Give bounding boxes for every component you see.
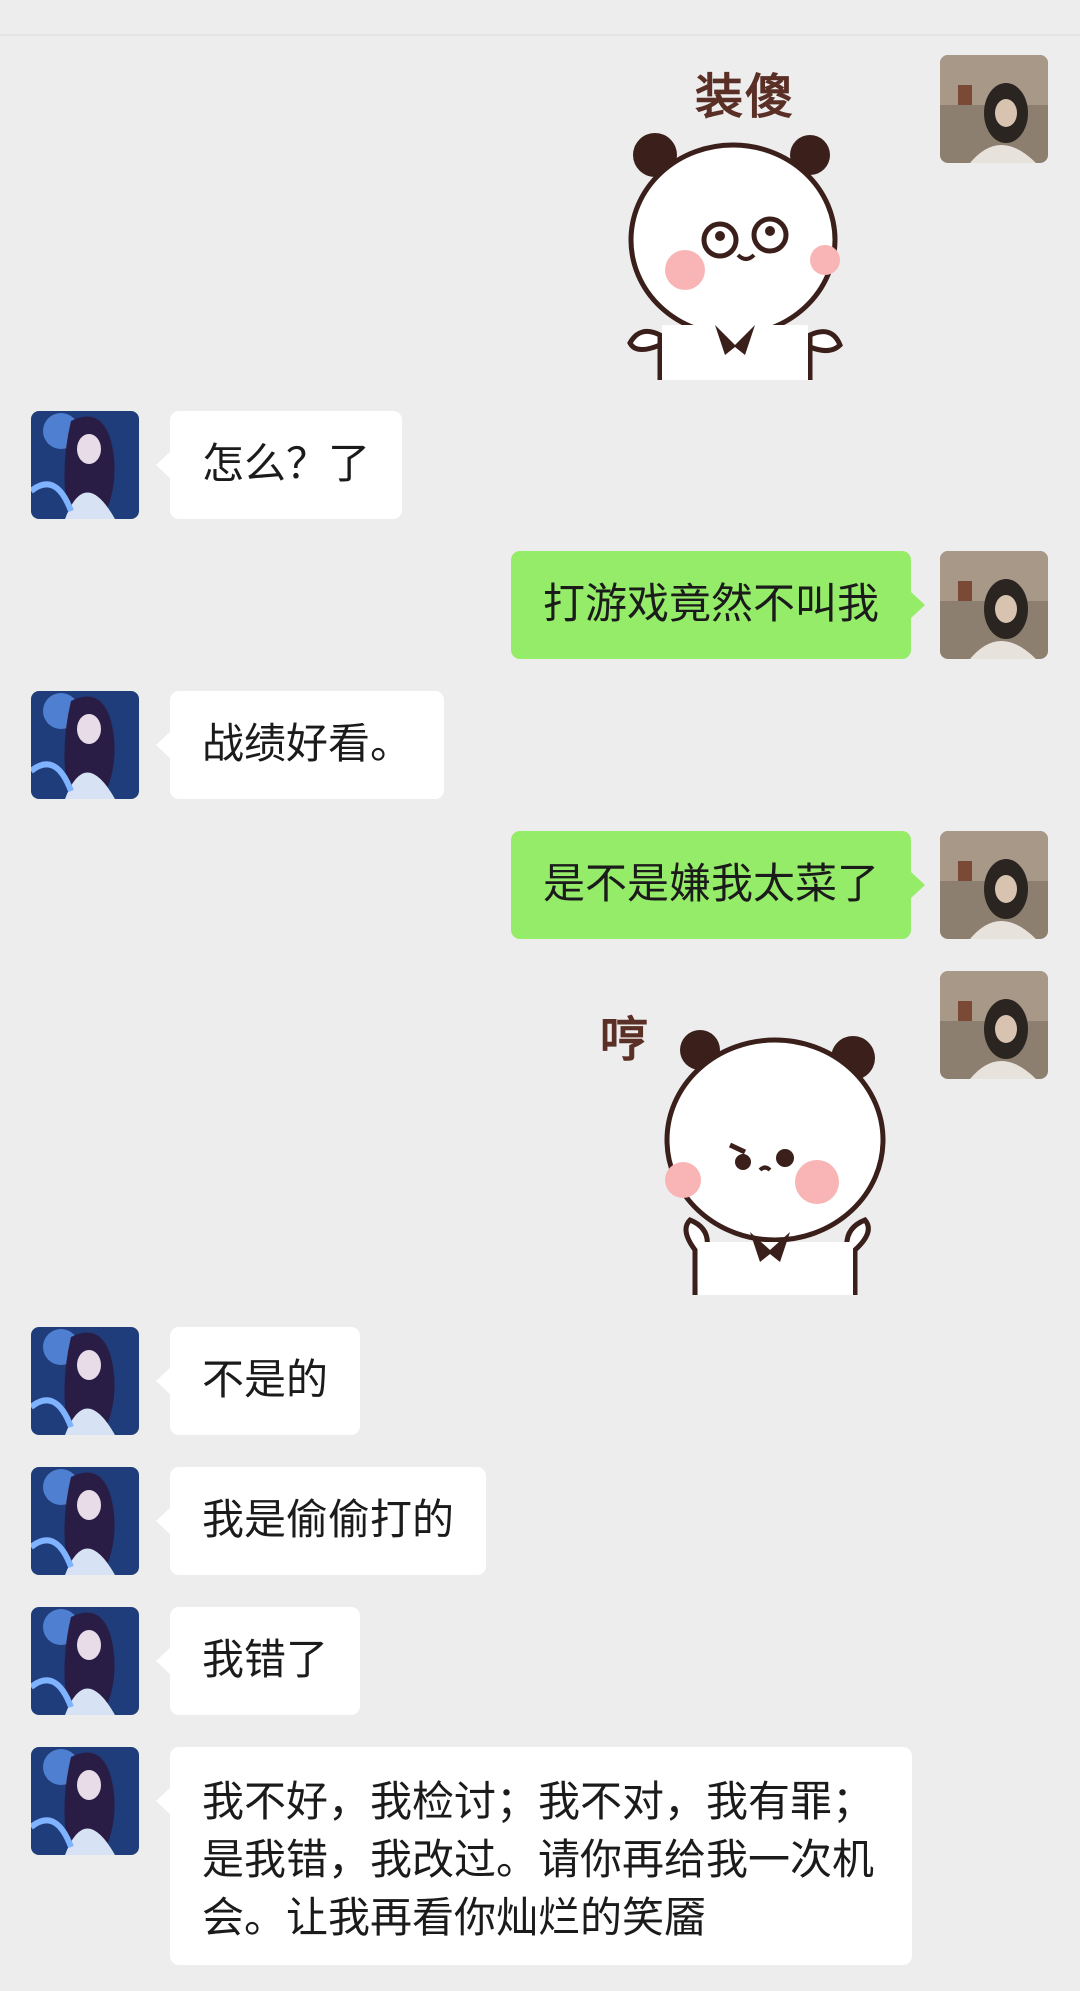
girl-photo-avatar-icon: [940, 551, 1048, 659]
contact-avatar[interactable]: [31, 1607, 139, 1715]
message-bubble-incoming[interactable]: 不是的: [155, 1327, 361, 1435]
message-bubble-incoming[interactable]: 战绩好看。: [155, 691, 445, 799]
contact-avatar[interactable]: [31, 1747, 139, 1855]
contact-avatar[interactable]: [31, 411, 139, 519]
self-avatar[interactable]: [940, 55, 1048, 163]
girl-photo-avatar-icon: [940, 831, 1048, 939]
girl-photo-avatar-icon: [940, 55, 1048, 163]
contact-avatar[interactable]: [31, 1327, 139, 1435]
sticker-caption: 装傻: [695, 69, 796, 125]
message-bubble-incoming[interactable]: 怎么？了: [155, 411, 403, 519]
message-bubble-incoming[interactable]: 我不好，我检讨；我不对，我有罪；是我错，我改过。请你再给我一次机会。让我再看你灿…: [156, 1747, 912, 1965]
anime-character-avatar-icon: [31, 1467, 139, 1575]
anime-character-avatar-icon: [31, 411, 139, 519]
anime-character-avatar-icon: [31, 691, 139, 799]
contact-avatar[interactable]: [31, 691, 139, 799]
sticker-caption: 哼: [600, 1012, 651, 1068]
anime-character-avatar-icon: [31, 1327, 139, 1435]
message-bubble-incoming[interactable]: 我错了: [155, 1607, 361, 1715]
message-bubble-outgoing[interactable]: 打游戏竟然不叫我: [510, 551, 926, 659]
panda-sticker-hmph[interactable]: 哼: [595, 1000, 895, 1295]
message-bubble-incoming[interactable]: 我是偷偷打的: [155, 1467, 487, 1575]
self-avatar[interactable]: [940, 971, 1048, 1079]
panda-sticker-playing-dumb[interactable]: 装傻: [620, 55, 860, 380]
top-divider: [0, 34, 1080, 36]
anime-character-avatar-icon: [31, 1747, 139, 1855]
anime-character-avatar-icon: [31, 1607, 139, 1715]
girl-photo-avatar-icon: [940, 971, 1048, 1079]
self-avatar[interactable]: [940, 831, 1048, 939]
contact-avatar[interactable]: [31, 1467, 139, 1575]
self-avatar[interactable]: [940, 551, 1048, 659]
message-bubble-outgoing[interactable]: 是不是嫌我太菜了: [510, 831, 926, 939]
